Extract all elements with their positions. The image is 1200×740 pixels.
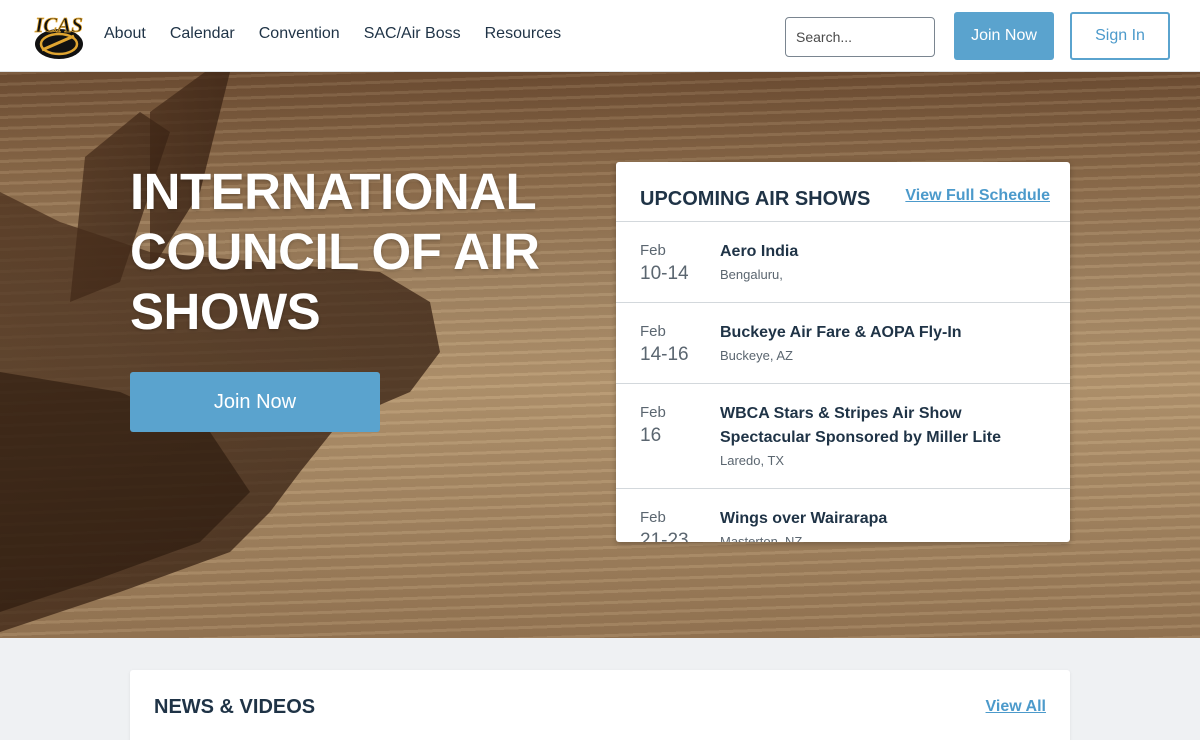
search-input[interactable] [785,17,935,57]
event-list: Feb 10-14 Aero India Bengaluru, Feb 14-1… [616,222,1070,542]
event-month: Feb [640,404,666,421]
event-item[interactable]: Feb 21-23 Wings over Wairarapa Masterton… [616,489,1070,542]
sign-in-button[interactable]: Sign In [1070,12,1170,60]
event-info: Aero India Bengaluru, [720,240,1046,286]
nav-calendar[interactable]: Calendar [170,24,235,44]
event-location: Laredo, TX [720,453,785,468]
nav-resources[interactable]: Resources [485,24,561,44]
hero-join-now-button[interactable]: Join Now [130,372,380,432]
hero-banner: INTERNATIONAL COUNCIL OF AIR SHOWS Join … [0,72,1200,638]
upcoming-air-shows-title: UPCOMING AIR SHOWS [640,188,871,210]
event-info: WBCA Stars & Stripes Air Show Spectacula… [720,402,1046,472]
svg-text:ICAS: ICAS [34,13,83,37]
event-date: Feb 21-23 [640,509,710,542]
event-item[interactable]: Feb 14-16 Buckeye Air Fare & AOPA Fly-In… [616,303,1070,384]
event-month: Feb [640,242,666,259]
event-date: Feb 14-16 [640,323,710,369]
fighter-jet-image [0,72,440,632]
view-all-link[interactable]: View All [986,698,1046,716]
hero-title: INTERNATIONAL COUNCIL OF AIR SHOWS [130,163,540,340]
nav-convention[interactable]: Convention [259,24,340,44]
nav-sac-air-boss[interactable]: SAC/Air Boss [364,24,461,44]
event-item[interactable]: Feb 10-14 Aero India Bengaluru, [616,222,1070,303]
event-info: Wings over Wairarapa Masterton, NZ [720,507,1046,542]
news-videos-section: NEWS & VIDEOS View All [130,670,1070,740]
event-name[interactable]: Aero India [720,240,1046,264]
join-now-button[interactable]: Join Now [954,12,1054,60]
event-days: 16 [640,425,662,446]
site-header: ICAS About Calendar Convention SAC/Air B… [0,0,1200,72]
view-full-schedule-link[interactable]: View Full Schedule [905,187,1050,205]
event-month: Feb [640,509,666,526]
event-days: 21-23 [640,530,689,542]
card-header: UPCOMING AIR SHOWS View Full Schedule [616,162,1070,222]
event-days: 14-16 [640,344,689,365]
event-name[interactable]: WBCA Stars & Stripes Air Show Spectacula… [720,402,1046,450]
event-location: Bengaluru, [720,267,783,282]
event-location: Masterton, NZ [720,534,803,542]
news-videos-title: NEWS & VIDEOS [154,696,316,718]
event-month: Feb [640,323,666,340]
event-date: Feb 10-14 [640,242,710,288]
event-days: 10-14 [640,263,689,284]
nav-about[interactable]: About [104,24,146,44]
event-location: Buckeye, AZ [720,348,793,363]
main-nav: About Calendar Convention SAC/Air Boss R… [104,24,561,44]
upcoming-air-shows-card: UPCOMING AIR SHOWS View Full Schedule Fe… [616,162,1070,542]
event-item[interactable]: Feb 16 WBCA Stars & Stripes Air Show Spe… [616,384,1070,489]
icas-logo[interactable]: ICAS [30,10,88,62]
event-name[interactable]: Wings over Wairarapa [720,507,1046,531]
event-date: Feb 16 [640,404,710,450]
event-info: Buckeye Air Fare & AOPA Fly-In Buckeye, … [720,321,1046,367]
event-name[interactable]: Buckeye Air Fare & AOPA Fly-In [720,321,1046,345]
